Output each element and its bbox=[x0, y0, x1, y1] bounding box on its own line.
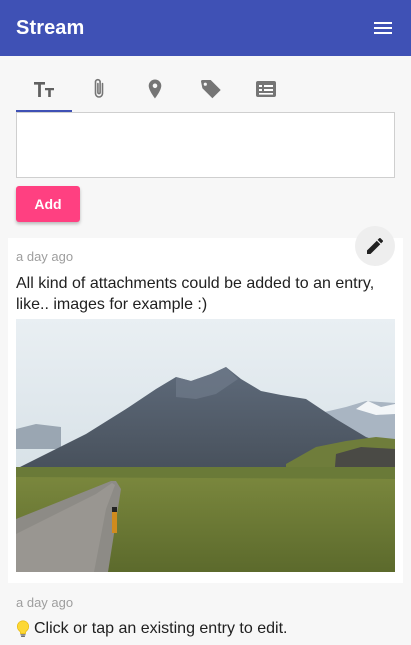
entry-card[interactable]: a day ago All kind of attachments could … bbox=[8, 226, 403, 583]
entry-text: Click or tap an existing entry to edit. bbox=[34, 620, 288, 637]
tab-attachment[interactable] bbox=[72, 66, 128, 112]
app-bar: Stream bbox=[0, 0, 411, 56]
subtitles-icon bbox=[256, 81, 277, 97]
text-format-icon bbox=[33, 82, 54, 97]
tab-text[interactable] bbox=[16, 66, 72, 112]
entry-hint-text-row[interactable]: Click or tap an existing entry to edit. bbox=[16, 620, 287, 638]
mountain-landscape-photo bbox=[16, 319, 395, 572]
app-title: Stream bbox=[16, 16, 85, 39]
entry-type-tabs bbox=[16, 66, 294, 112]
hamburger-menu-icon[interactable] bbox=[371, 16, 395, 40]
entry-timestamp: a day ago bbox=[16, 595, 74, 610]
tag-icon bbox=[200, 80, 221, 99]
tab-subtitles[interactable] bbox=[238, 66, 294, 112]
entry-text: All kind of attachments could be added t… bbox=[16, 275, 375, 313]
location-pin-icon bbox=[148, 79, 162, 99]
attachment-icon bbox=[95, 78, 104, 98]
tab-tag[interactable] bbox=[183, 66, 239, 112]
app-root: Stream Add a day ago All kind of attachm… bbox=[0, 0, 411, 645]
tab-location[interactable] bbox=[127, 66, 183, 112]
entry-image[interactable] bbox=[16, 319, 395, 572]
lightbulb-icon bbox=[16, 620, 30, 637]
pencil-icon bbox=[367, 238, 383, 254]
edit-entry-button[interactable] bbox=[355, 226, 395, 266]
entry-timestamp: a day ago bbox=[16, 249, 74, 264]
add-button[interactable]: Add bbox=[16, 186, 80, 222]
entry-text-input[interactable] bbox=[16, 112, 395, 178]
